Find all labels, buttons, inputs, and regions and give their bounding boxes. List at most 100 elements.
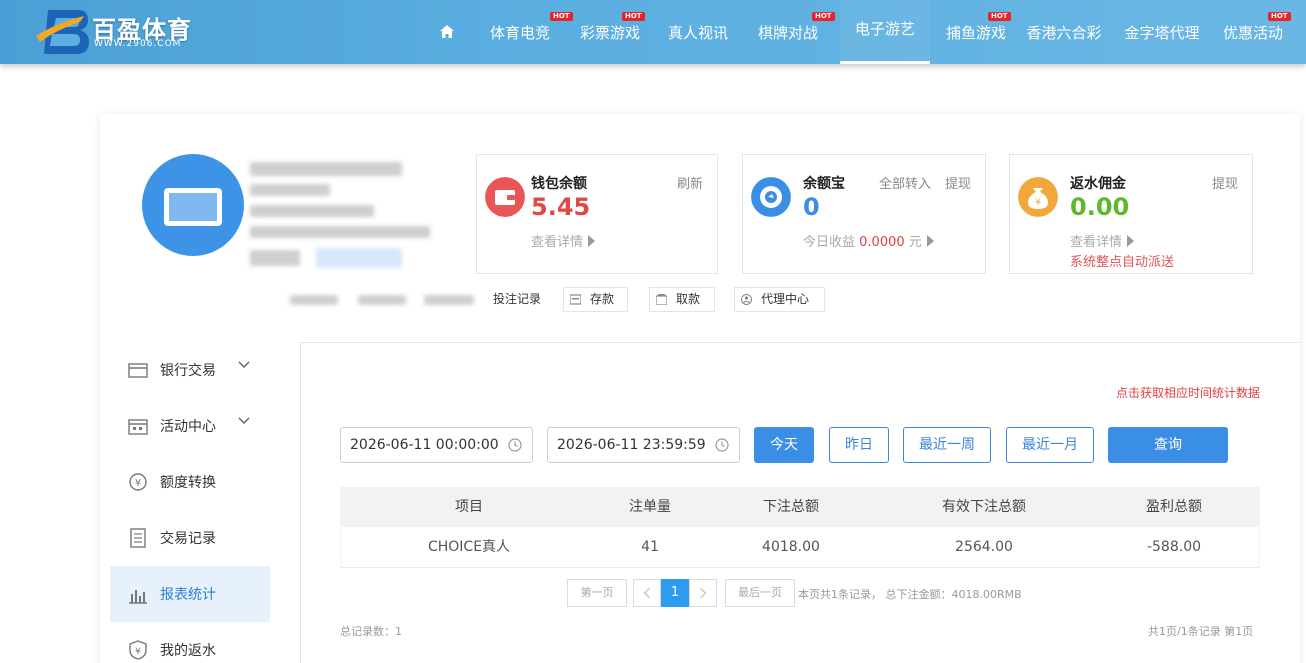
chevron-left-icon xyxy=(643,587,650,599)
chevron-right-icon xyxy=(700,587,707,599)
agent-icon xyxy=(741,294,752,305)
withdraw-icon xyxy=(656,294,667,305)
hot-badge: HOT xyxy=(1268,12,1291,21)
today-button[interactable]: 今天 xyxy=(754,427,814,463)
withdraw-button[interactable]: 取款 xyxy=(649,287,715,312)
card-icon xyxy=(128,363,148,378)
page-summary: 本页共1条记录， 总下注金额：4018.00RMB xyxy=(798,588,1022,601)
last-week-button[interactable]: 最近一周 xyxy=(903,427,991,463)
user-info-blurred xyxy=(250,250,300,266)
user-info-blurred xyxy=(250,184,330,196)
bar-chart-icon xyxy=(129,590,147,604)
calendar-icon xyxy=(128,419,148,435)
nav-live-casino[interactable]: 真人视讯 xyxy=(660,0,736,64)
wallet-balance-value: 5.45 xyxy=(531,193,591,221)
page-status: 共1页/1条记录 第1页 xyxy=(1148,625,1254,638)
svg-text:¥: ¥ xyxy=(1035,198,1041,208)
rebate-details-link[interactable]: 查看详情 xyxy=(1070,231,1135,250)
rebate-auto-note: 系统整点自动派送 xyxy=(1070,255,1175,270)
avatar[interactable] xyxy=(142,154,244,256)
sidebar-item-transfer[interactable]: ¥ 额度转换 xyxy=(110,454,270,510)
today-earnings[interactable]: 今日收益 0.0000 元 xyxy=(803,231,934,250)
sidebar-item-transactions[interactable]: 交易记录 xyxy=(110,510,270,566)
site-logo[interactable]: 百盈体育 WWW.2906.COM xyxy=(34,6,204,56)
svg-text:¥: ¥ xyxy=(135,647,141,657)
table-cell: -588.00 xyxy=(1146,539,1202,555)
nav-lottery[interactable]: 彩票游戏 HOT xyxy=(572,0,648,64)
column-header: 项目 xyxy=(455,499,483,515)
user-level-blurred xyxy=(316,248,402,268)
yesterday-button[interactable]: 昨日 xyxy=(829,427,889,463)
hot-badge: HOT xyxy=(622,12,645,21)
nav-card-games[interactable]: 棋牌对战 HOT xyxy=(750,0,835,64)
caret-right-icon xyxy=(1127,235,1135,247)
bet-record-link[interactable]: 投注记录 xyxy=(493,287,541,312)
shield-money-icon: ¥ xyxy=(129,640,147,660)
user-info-blurred xyxy=(250,162,402,176)
money-bag-icon: ¥ xyxy=(1018,177,1058,217)
sidebar-item-bank[interactable]: 银行交易 xyxy=(110,342,270,398)
chevron-down-icon xyxy=(238,417,250,425)
table-cell: 41 xyxy=(641,539,659,555)
start-date-field[interactable] xyxy=(340,427,533,463)
clock-icon xyxy=(715,438,729,452)
first-page-button[interactable]: 第一页 xyxy=(567,579,627,607)
yuebao-title: 余额宝 xyxy=(803,176,845,192)
nav-mark-six[interactable]: 香港六合彩 xyxy=(1024,0,1104,64)
quick-link-blurred[interactable] xyxy=(358,295,406,305)
end-date-input[interactable] xyxy=(557,435,707,455)
yuebao-value: 0 xyxy=(803,193,820,221)
top-header: 百盈体育 WWW.2906.COM 体育电竞 HOT 彩票游戏 HOT 真人视讯 棋… xyxy=(0,0,1306,64)
report-hint: 点击获取相应时间统计数据 xyxy=(1116,386,1261,400)
hot-badge: HOT xyxy=(812,12,835,21)
quick-link-blurred[interactable] xyxy=(290,295,338,305)
hot-badge: HOT xyxy=(988,12,1011,21)
today-earnings-value: 0.0000 xyxy=(859,235,905,250)
nav-pyramid-agent[interactable]: 金字塔代理 xyxy=(1122,0,1202,64)
nav-home[interactable] xyxy=(430,0,466,64)
end-date-field[interactable] xyxy=(547,427,740,463)
user-info-blurred xyxy=(250,205,374,217)
table-cell: 2564.00 xyxy=(955,539,1013,555)
logo-b-icon xyxy=(36,10,89,54)
rebate-withdraw-link[interactable]: 提现 xyxy=(1212,173,1238,192)
transfer-all-link[interactable]: 全部转入 xyxy=(879,173,931,192)
home-icon xyxy=(440,25,454,38)
refresh-link[interactable]: 刷新 xyxy=(677,173,703,192)
table-cell: CHOICE真人 xyxy=(427,539,511,555)
yuebao-box: 余额宝 全部转入 提现 0 今日收益 0.0000 元 xyxy=(742,154,986,274)
quick-link-blurred[interactable] xyxy=(424,295,474,305)
nav-slots[interactable]: 电子游艺 xyxy=(840,0,930,64)
deposit-button[interactable]: 存款 xyxy=(563,287,628,312)
wallet-title: 钱包余额 xyxy=(531,176,587,192)
total-records: 总记录数：1 xyxy=(340,625,402,638)
logo-subtitle: WWW.2906.COM xyxy=(94,39,182,49)
column-header: 注单量 xyxy=(629,499,671,515)
next-page-button[interactable] xyxy=(689,579,717,607)
prev-page-button[interactable] xyxy=(633,579,661,607)
table-header: 项目 注单量 下注总额 有效下注总额 盈利总额 xyxy=(340,487,1260,527)
nav-sports[interactable]: 体育电竞 HOT xyxy=(482,0,573,64)
query-button[interactable]: 查询 xyxy=(1108,427,1228,463)
table-row: CHOICE真人 41 4018.00 2564.00 -588.00 xyxy=(340,527,1260,568)
hot-badge: HOT xyxy=(550,12,573,21)
rebate-value: 0.00 xyxy=(1070,193,1130,221)
rebate-box: ¥ 返水佣金 提现 0.00 查看详情 系统整点自动派送 xyxy=(1009,154,1253,274)
current-page-button[interactable]: 1 xyxy=(661,579,689,607)
nav-promotions[interactable]: 优惠活动 HOT xyxy=(1220,0,1291,64)
nav-fishing[interactable]: 捕鱼游戏 HOT xyxy=(938,0,1014,64)
sidebar-item-activity[interactable]: 活动中心 xyxy=(110,398,270,454)
last-month-button[interactable]: 最近一月 xyxy=(1006,427,1094,463)
caret-right-icon xyxy=(926,235,934,247)
last-page-button[interactable]: 最后一页 xyxy=(725,579,795,607)
agent-center-button[interactable]: 代理中心 xyxy=(734,287,825,312)
start-date-input[interactable] xyxy=(350,435,500,455)
rebate-title: 返水佣金 xyxy=(1070,176,1126,192)
clock-icon xyxy=(508,438,522,452)
wallet-details-link[interactable]: 查看详情 xyxy=(531,231,596,250)
sidebar-item-rebate[interactable]: ¥ 我的返水 xyxy=(110,622,270,663)
sidebar-item-reports[interactable]: 报表统计 xyxy=(110,566,270,622)
avatar-image-icon xyxy=(164,188,222,226)
yuebao-withdraw-link[interactable]: 提现 xyxy=(945,173,971,192)
user-info-blurred xyxy=(250,226,430,238)
